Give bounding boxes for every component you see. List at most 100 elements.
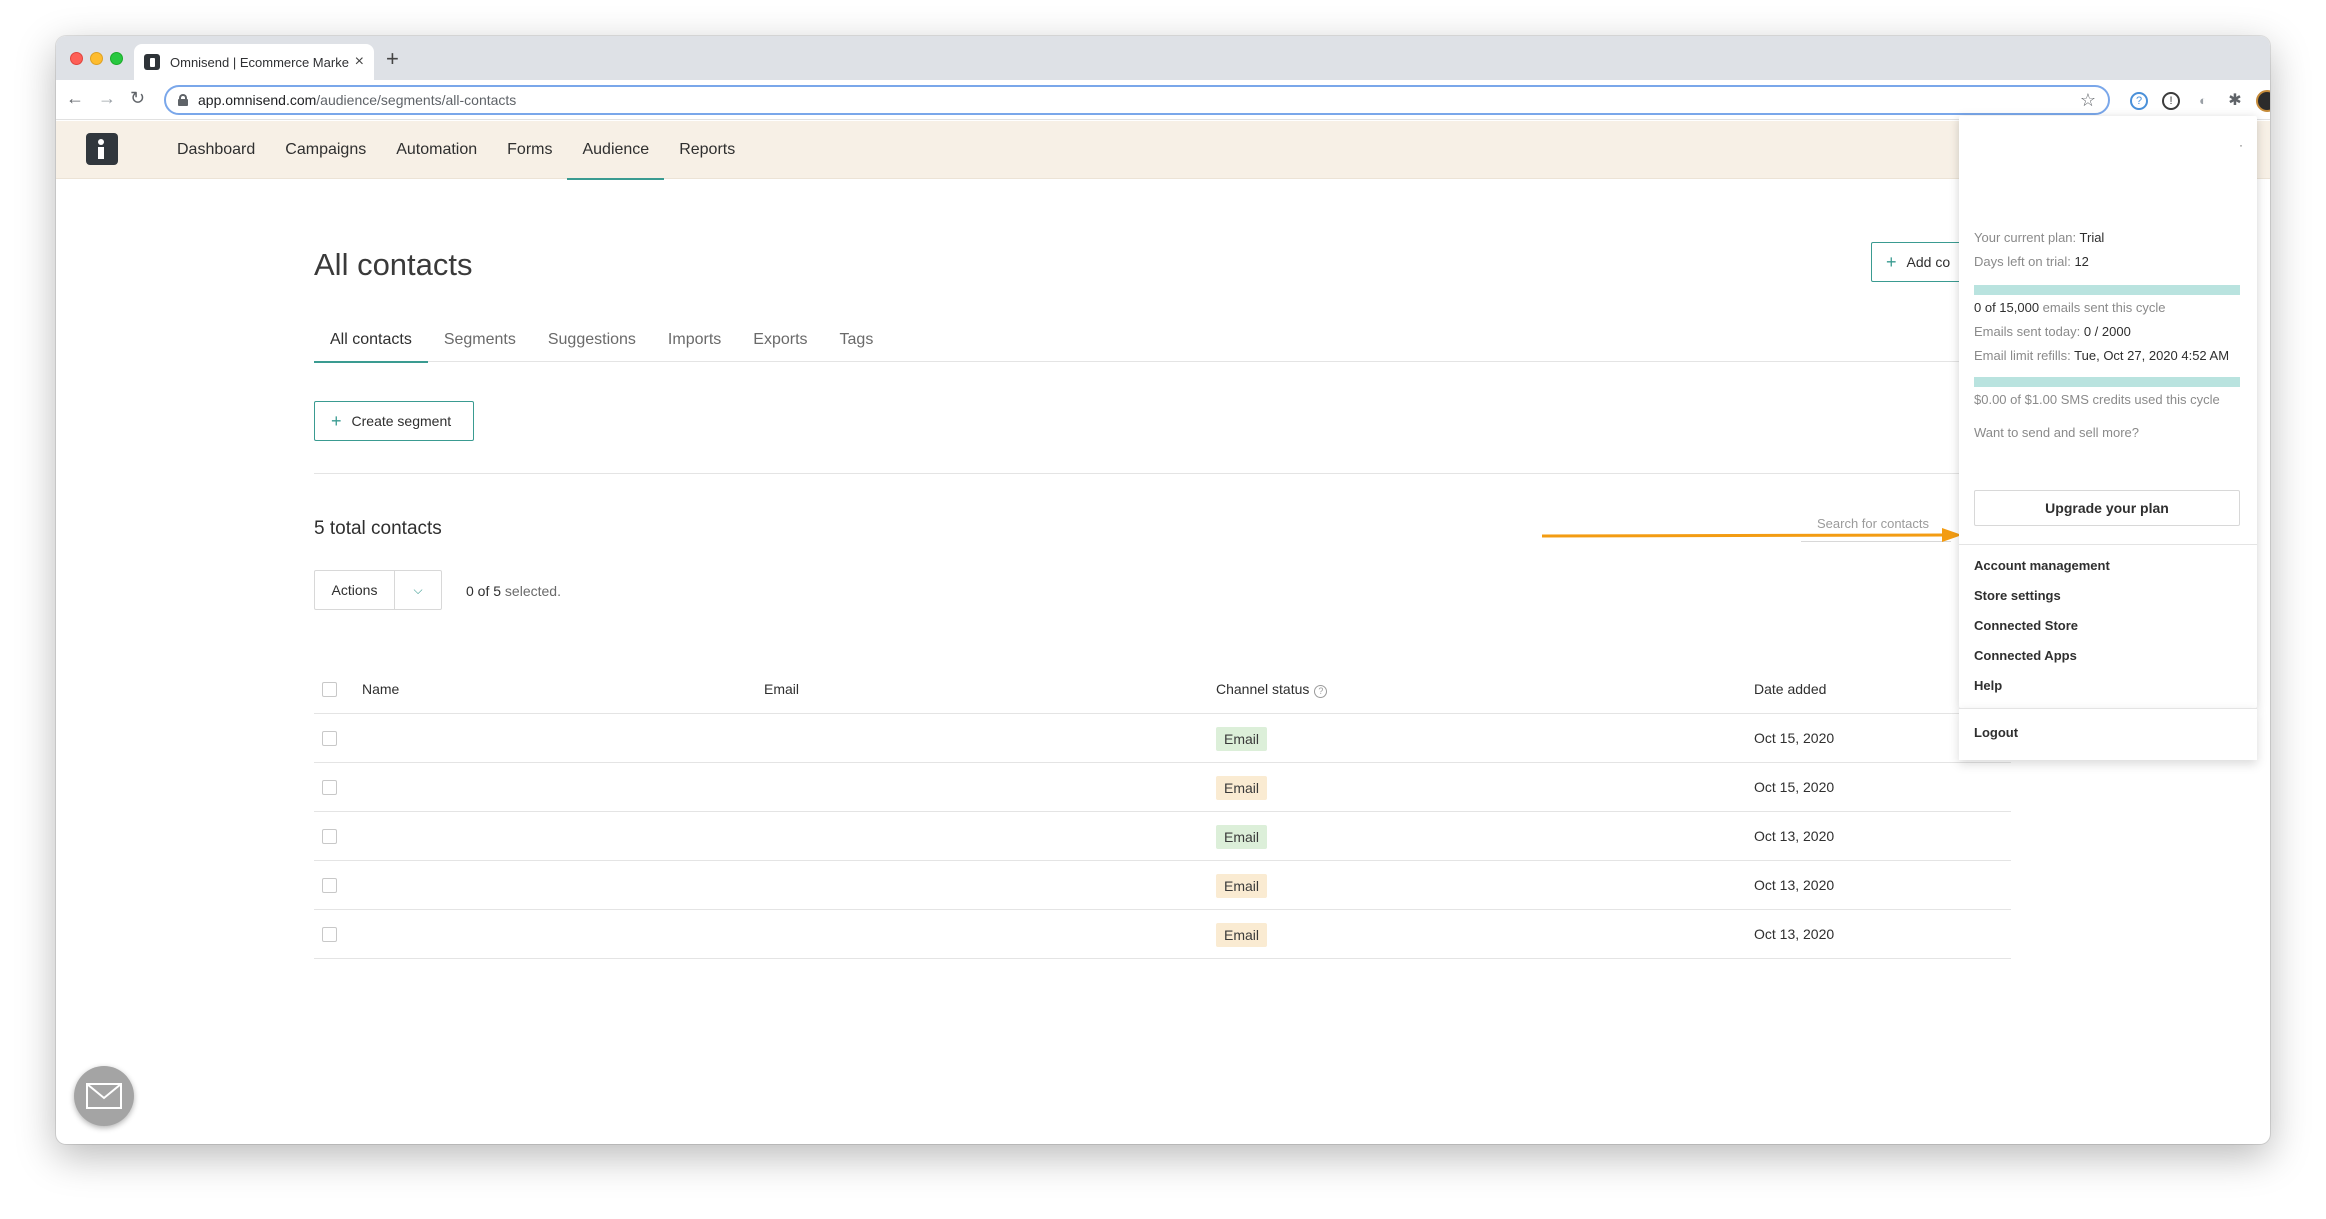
logout-section: Logout [1959, 708, 2257, 760]
nav-forms[interactable]: Forms [492, 121, 567, 179]
profile-avatar[interactable] [2256, 90, 2270, 112]
close-window-button[interactable] [70, 52, 83, 65]
tab-imports[interactable]: Imports [652, 326, 737, 362]
reload-icon[interactable]: ↻ [130, 88, 145, 109]
menu-account-management[interactable]: Account management [1974, 558, 2110, 573]
upgrade-plan-button[interactable]: Upgrade your plan [1974, 490, 2240, 526]
row-checkbox[interactable] [322, 731, 337, 746]
actions-dropdown[interactable]: Actions ⌵ [314, 570, 442, 610]
email-refill-label: Email limit refills: [1974, 348, 2075, 363]
tab-exports[interactable]: Exports [737, 326, 823, 362]
info-icon[interactable]: ? [1314, 685, 1328, 698]
nav-audience[interactable]: Audience [567, 121, 664, 180]
nav-automation[interactable]: Automation [381, 121, 492, 179]
email-usage-bar [1974, 285, 2240, 295]
column-header-date-added[interactable]: Date added [1754, 665, 1826, 713]
browser-toolbar: ← → ↻ app.omnisend.com/audience/segments… [56, 80, 2270, 120]
channel-status-cell: Email [1216, 861, 1268, 909]
days-left-label: Days left on trial: [1974, 254, 2075, 269]
channel-status-cell: Email [1216, 910, 1268, 958]
address-bar[interactable]: app.omnisend.com/audience/segments/all-c… [164, 85, 2110, 115]
table-body: Email Oct 15, 2020 Email Oct 15, 2020 Email O… [314, 714, 2011, 959]
email-refill: Email limit refills: Tue, Oct 27, 2020 4… [1974, 348, 2229, 363]
tab-all-contacts[interactable]: All contacts [314, 326, 428, 363]
selection-count-value: 0 of 5 [466, 583, 502, 599]
current-plan-value: Trial [2079, 230, 2105, 245]
chat-button[interactable] [74, 1066, 134, 1126]
channel-status-badge: Email [1216, 727, 1268, 752]
channel-status-cell: Email [1216, 763, 1268, 811]
date-added: Oct 15, 2020 [1754, 730, 1835, 746]
tab-title: Omnisend | Ecommerce Marke [170, 54, 349, 70]
plus-icon: + [1886, 251, 1897, 272]
nav-dashboard[interactable]: Dashboard [162, 121, 270, 179]
divider [314, 473, 2039, 474]
create-segment-button[interactable]: + Create segment [314, 401, 474, 441]
selection-count-suffix: selected. [501, 583, 561, 599]
selection-count: 0 of 5 selected. [466, 583, 561, 599]
extension-info-icon[interactable]: ! [2162, 92, 2180, 110]
emails-today: Emails sent today: 0 / 2000 [1974, 324, 2131, 339]
table-row[interactable]: Email Oct 13, 2020 [314, 812, 2011, 861]
account-dropdown-panel: · Your current plan: Trial Days left on … [1959, 116, 2257, 708]
new-tab-button[interactable]: + [386, 46, 399, 72]
channel-status-cell: Email [1216, 714, 1268, 762]
minimize-window-button[interactable] [90, 52, 103, 65]
total-contacts-heading: 5 total contacts [314, 518, 442, 539]
omnisend-favicon-icon [144, 54, 160, 70]
browser-window: Omnisend | Ecommerce Marke × + ← → ↻ app… [56, 36, 2270, 1144]
current-plan-label: Your current plan: [1974, 230, 2080, 245]
tab-close-icon[interactable]: × [355, 53, 364, 71]
omnisend-logo[interactable] [86, 133, 118, 165]
table-row[interactable]: Email Oct 13, 2020 [314, 861, 2011, 910]
back-arrow-icon[interactable]: ← [66, 88, 84, 109]
channel-status-badge: Email [1216, 874, 1268, 899]
maximize-window-button[interactable] [110, 52, 123, 65]
forward-arrow-icon[interactable]: → [98, 88, 116, 109]
menu-store-settings[interactable]: Store settings [1974, 588, 2061, 603]
column-header-channel-status[interactable]: Channel status? [1216, 665, 1328, 713]
lock-icon [178, 94, 188, 106]
row-checkbox[interactable] [322, 780, 337, 795]
upsell-text: Want to send and sell more? [1974, 425, 2139, 440]
tab-tags[interactable]: Tags [824, 326, 890, 362]
panel-dot: · [2239, 138, 2243, 152]
add-contacts-label: Add co [1906, 254, 1951, 270]
menu-help[interactable]: Help [1974, 678, 2002, 693]
column-header-name[interactable]: Name [362, 665, 399, 713]
email-refill-value: Tue, Oct 27, 2020 4:52 AM [2074, 348, 2230, 363]
extension-support-icon[interactable]: ? [2130, 92, 2148, 110]
tab-segments[interactable]: Segments [428, 326, 532, 362]
row-checkbox[interactable] [322, 878, 337, 893]
row-checkbox[interactable] [322, 829, 337, 844]
extension-moon-icon[interactable]: ◐ [2194, 92, 2212, 110]
extensions-puzzle-icon[interactable]: ✱ [2226, 92, 2244, 110]
chevron-down-icon[interactable]: ⌵ [395, 571, 441, 609]
emails-today-value: 0 / 2000 [2083, 324, 2131, 339]
emails-today-label: Emails sent today: [1974, 324, 2084, 339]
create-segment-label: Create segment [351, 413, 452, 429]
column-header-email[interactable]: Email [764, 665, 799, 713]
browser-tab[interactable]: Omnisend | Ecommerce Marke × [134, 44, 374, 80]
bookmark-star-icon[interactable]: ☆ [2080, 90, 2096, 111]
nav-reports[interactable]: Reports [664, 121, 750, 179]
channel-status-badge: Email [1216, 923, 1268, 948]
emails-cycle-value: 0 of 15,000 [1974, 300, 2040, 315]
contacts-table: Name Email Channel status? Date added Em… [314, 665, 2011, 959]
audience-tabs: All contacts Segments Suggestions Import… [314, 326, 2039, 363]
menu-connected-store[interactable]: Connected Store [1974, 618, 2078, 633]
menu-connected-apps[interactable]: Connected Apps [1974, 648, 2077, 663]
select-all-checkbox[interactable] [322, 682, 337, 697]
menu-logout[interactable]: Logout [1974, 725, 2018, 740]
nav-campaigns[interactable]: Campaigns [270, 121, 381, 179]
envelope-icon [86, 1083, 122, 1109]
table-row[interactable]: Email Oct 13, 2020 [314, 910, 2011, 959]
sms-usage-bar [1974, 377, 2240, 387]
tab-suggestions[interactable]: Suggestions [532, 326, 652, 362]
row-checkbox[interactable] [322, 927, 337, 942]
date-added: Oct 13, 2020 [1754, 926, 1835, 942]
actions-label[interactable]: Actions [315, 571, 395, 609]
table-row[interactable]: Email Oct 15, 2020 [314, 763, 2011, 812]
channel-status-badge: Email [1216, 825, 1268, 850]
table-row[interactable]: Email Oct 15, 2020 [314, 714, 2011, 763]
